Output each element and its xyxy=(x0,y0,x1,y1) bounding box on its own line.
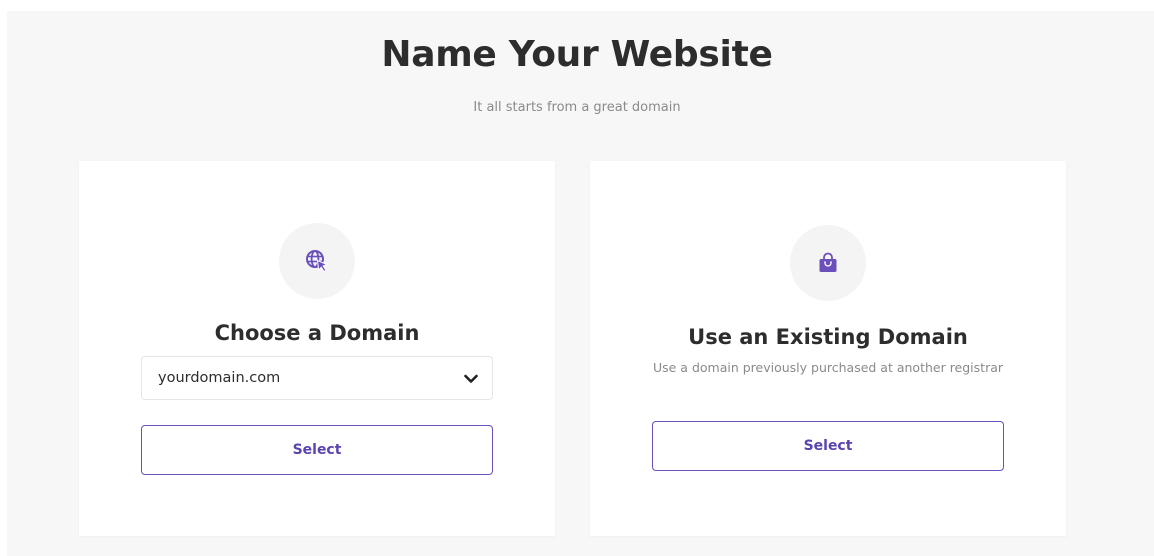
shopping-bag-icon xyxy=(790,225,866,301)
existing-domain-title: Use an Existing Domain xyxy=(688,325,968,349)
choose-domain-card: Choose a Domain yourdomain.com Select xyxy=(79,161,555,536)
existing-domain-card: Use an Existing Domain Use a domain prev… xyxy=(590,161,1066,536)
globe-cursor-icon xyxy=(279,223,355,299)
page-title: Name Your Website xyxy=(381,34,773,75)
choose-domain-select-button[interactable]: Select xyxy=(141,425,493,475)
page-subtitle: It all starts from a great domain xyxy=(473,100,681,115)
domain-select-value: yourdomain.com xyxy=(158,370,281,386)
existing-domain-description: Use a domain previously purchased at ano… xyxy=(652,360,1004,375)
page-background: Name Your Website It all starts from a g… xyxy=(7,11,1154,556)
domain-select[interactable]: yourdomain.com xyxy=(141,356,493,400)
choose-domain-title: Choose a Domain xyxy=(214,321,420,345)
existing-domain-select-button[interactable]: Select xyxy=(652,421,1004,471)
chevron-down-icon xyxy=(464,369,478,388)
